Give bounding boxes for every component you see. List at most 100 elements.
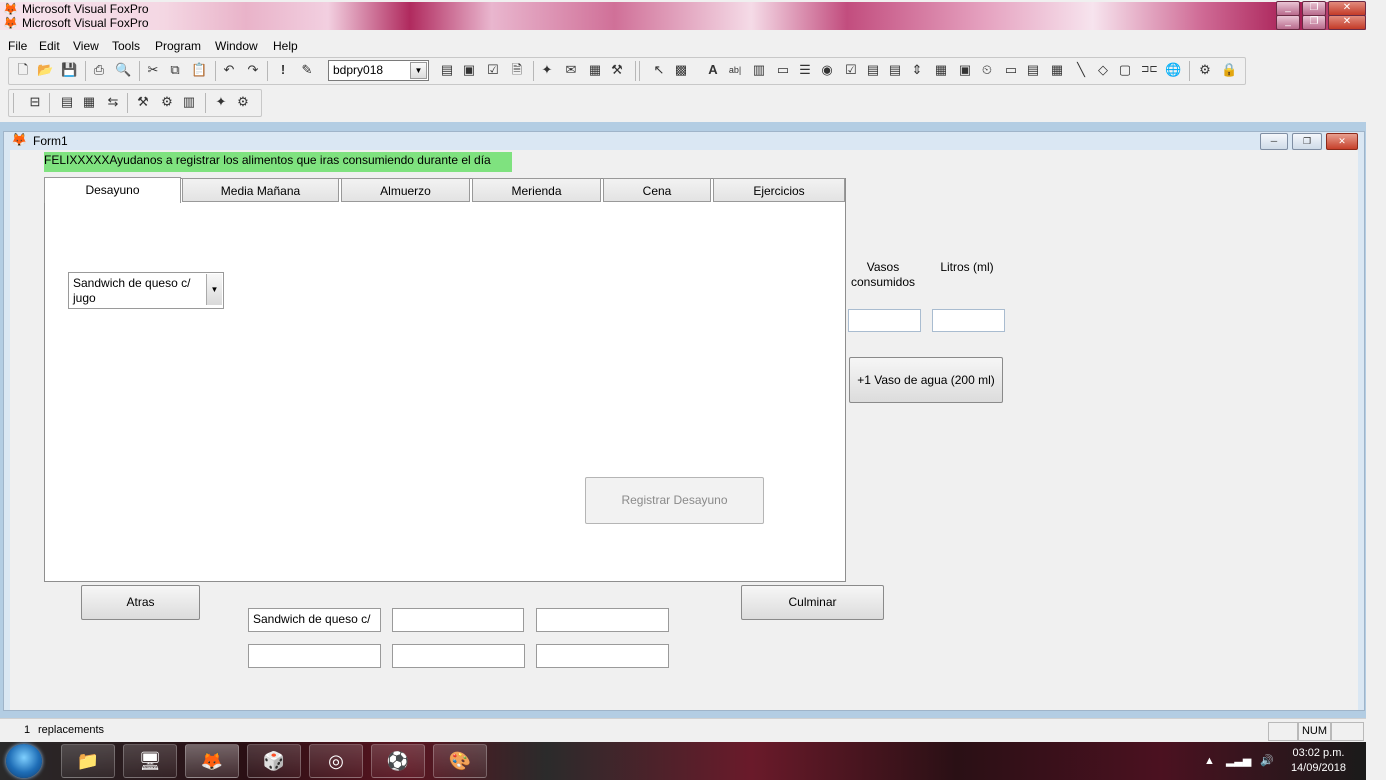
new-file-icon[interactable]: 🗋 bbox=[15, 62, 31, 78]
foxpro-taskbar-icon[interactable]: 🦊 bbox=[185, 744, 239, 778]
tab-merienda[interactable]: Merienda bbox=[472, 178, 601, 202]
clock[interactable]: 03:02 p.m. 14/09/2018 bbox=[1291, 746, 1346, 776]
listbox-tool-icon[interactable]: ▤ bbox=[887, 62, 903, 78]
combobox-tool-icon[interactable]: ▤ bbox=[865, 62, 881, 78]
summary-field-2-1[interactable] bbox=[248, 644, 381, 668]
tab-almuerzo[interactable]: Almuerzo bbox=[341, 178, 470, 202]
run-icon[interactable]: ! bbox=[275, 62, 291, 78]
command-window-icon[interactable]: ▤ bbox=[439, 62, 455, 78]
chevron-down-icon[interactable]: ▼ bbox=[206, 274, 222, 305]
summary-field-2-2[interactable] bbox=[392, 644, 525, 668]
tab-media-manana[interactable]: Media Mañana bbox=[182, 178, 339, 202]
builder-lock-icon[interactable]: ⚙ bbox=[1197, 62, 1213, 78]
gear-icon[interactable]: ⚙ bbox=[159, 94, 175, 110]
restore-button[interactable]: ❐ bbox=[1302, 1, 1326, 16]
print-preview-icon[interactable]: 🔍 bbox=[115, 62, 131, 78]
close-button[interactable]: ✕ bbox=[1328, 1, 1366, 16]
textbox-tool-icon[interactable]: ab| bbox=[727, 62, 743, 78]
pointer-icon[interactable]: ↖ bbox=[651, 62, 667, 78]
modify-form-icon[interactable]: ✎ bbox=[299, 62, 315, 78]
tab-cena[interactable]: Cena bbox=[603, 178, 711, 202]
liters-field[interactable] bbox=[932, 309, 1005, 332]
back-button[interactable]: Atras bbox=[81, 585, 200, 620]
paint-app-icon[interactable]: 🎨 bbox=[433, 744, 487, 778]
database-combo[interactable]: bdpry018 ▼ bbox=[328, 60, 429, 81]
code-icon[interactable]: 🗎 bbox=[509, 62, 525, 78]
label-tool-icon[interactable]: A bbox=[705, 62, 721, 78]
autoform-icon[interactable]: ▦ bbox=[587, 62, 603, 78]
show-hidden-icons-icon[interactable]: ▲ bbox=[1204, 755, 1215, 767]
game-app-icon[interactable]: 🎲 bbox=[247, 744, 301, 778]
menu-window[interactable]: Window bbox=[215, 39, 258, 53]
volume-icon[interactable]: 🔊 bbox=[1260, 755, 1274, 767]
link-icon[interactable]: ⇆ bbox=[105, 94, 121, 110]
restore-button[interactable]: ❐ bbox=[1302, 15, 1326, 30]
properties-icon[interactable]: ☑ bbox=[485, 62, 501, 78]
menu-program[interactable]: Program bbox=[155, 39, 201, 53]
build-icon[interactable]: ⚙ bbox=[235, 94, 251, 110]
data-session-icon[interactable]: ▣ bbox=[461, 62, 477, 78]
pageframe-tool-icon[interactable]: ▭ bbox=[1003, 62, 1019, 78]
menu-edit[interactable]: Edit bbox=[39, 39, 60, 53]
form-minimize-button[interactable]: ─ bbox=[1260, 133, 1288, 150]
summary-field-1-3[interactable] bbox=[536, 608, 669, 632]
chrome-icon[interactable]: ◎ bbox=[309, 744, 363, 778]
file-explorer-icon[interactable]: 📁 bbox=[61, 744, 115, 778]
paste-icon[interactable]: 📋 bbox=[191, 62, 207, 78]
ole-container-tool-icon[interactable]: ▤ bbox=[1025, 62, 1041, 78]
menu-file[interactable]: File bbox=[8, 39, 27, 53]
network-icon[interactable]: ▂▃▅ bbox=[1226, 755, 1251, 767]
image-tool-icon[interactable]: ▣ bbox=[957, 62, 973, 78]
minimize-button[interactable]: _ bbox=[1276, 15, 1300, 30]
form-wizard-icon[interactable]: ✦ bbox=[539, 62, 555, 78]
timer-tool-icon[interactable]: ⏲ bbox=[979, 62, 995, 78]
food-dropdown[interactable]: Sandwich de queso c/ jugo ▼ bbox=[68, 272, 224, 309]
editbox-tool-icon[interactable]: ▥ bbox=[751, 62, 767, 78]
print-icon[interactable]: ⎙ bbox=[91, 62, 107, 78]
separator-tool-icon[interactable]: ⊐⊏ bbox=[1141, 62, 1158, 78]
command-group-tool-icon[interactable]: ☰ bbox=[797, 62, 813, 78]
media-app-icon[interactable]: ⚽ bbox=[371, 744, 425, 778]
hyperlink-tool-icon[interactable]: 🌐 bbox=[1165, 62, 1181, 78]
start-button[interactable] bbox=[6, 744, 42, 778]
container-tool-icon[interactable]: ▢ bbox=[1117, 62, 1133, 78]
cut-icon[interactable]: ✂ bbox=[145, 62, 161, 78]
summary-field-2-3[interactable] bbox=[536, 644, 669, 668]
tab-desayuno[interactable]: Desayuno bbox=[44, 177, 181, 203]
line-tool-icon[interactable]: ╲ bbox=[1073, 62, 1089, 78]
copy-icon[interactable]: ⧉ bbox=[167, 62, 183, 78]
ole-bound-tool-icon[interactable]: ▦ bbox=[1049, 62, 1065, 78]
finish-button[interactable]: Culminar bbox=[741, 585, 884, 620]
checkbox-tool-icon[interactable]: ☑ bbox=[843, 62, 859, 78]
tools-icon[interactable]: ⚒ bbox=[609, 62, 625, 78]
option-group-tool-icon[interactable]: ◉ bbox=[819, 62, 835, 78]
command-button-tool-icon[interactable]: ▭ bbox=[775, 62, 791, 78]
menu-view[interactable]: View bbox=[73, 39, 99, 53]
add-water-button[interactable]: +1 Vaso de agua (200 ml) bbox=[849, 357, 1003, 403]
hammer-icon[interactable]: ⚒ bbox=[135, 94, 151, 110]
tab-order-icon[interactable]: ▦ bbox=[81, 94, 97, 110]
minimize-button[interactable]: _ bbox=[1276, 1, 1300, 16]
spinner-tool-icon[interactable]: ⇕ bbox=[909, 62, 925, 78]
button-lock-icon[interactable]: 🔒 bbox=[1221, 62, 1237, 78]
wizard-icon[interactable]: ✦ bbox=[213, 94, 229, 110]
save-icon[interactable]: 💾 bbox=[61, 62, 77, 78]
register-breakfast-button[interactable]: Registrar Desayuno bbox=[585, 477, 764, 524]
redo-icon[interactable]: ↷ bbox=[245, 62, 261, 78]
open-folder-icon[interactable]: 📂 bbox=[37, 62, 53, 78]
shape-tool-icon[interactable]: ◇ bbox=[1095, 62, 1111, 78]
report-wizard-icon[interactable]: ✉ bbox=[563, 62, 579, 78]
psp-app-icon[interactable]: 🖥 bbox=[123, 744, 177, 778]
layout-icon[interactable]: ▥ bbox=[181, 94, 197, 110]
grid-tool-icon[interactable]: ▦ bbox=[933, 62, 949, 78]
close-button[interactable]: ✕ bbox=[1328, 15, 1366, 30]
undo-icon[interactable]: ↶ bbox=[221, 62, 237, 78]
menu-help[interactable]: Help bbox=[273, 39, 298, 53]
glasses-field[interactable] bbox=[848, 309, 921, 332]
menu-tools[interactable]: Tools bbox=[112, 39, 140, 53]
summary-field-1-2[interactable] bbox=[392, 608, 524, 632]
form-close-button[interactable]: ✕ bbox=[1326, 133, 1358, 150]
chevron-down-icon[interactable]: ▼ bbox=[410, 62, 427, 79]
tree-icon[interactable]: ⊟ bbox=[27, 94, 43, 110]
align-icon[interactable]: ▤ bbox=[59, 94, 75, 110]
